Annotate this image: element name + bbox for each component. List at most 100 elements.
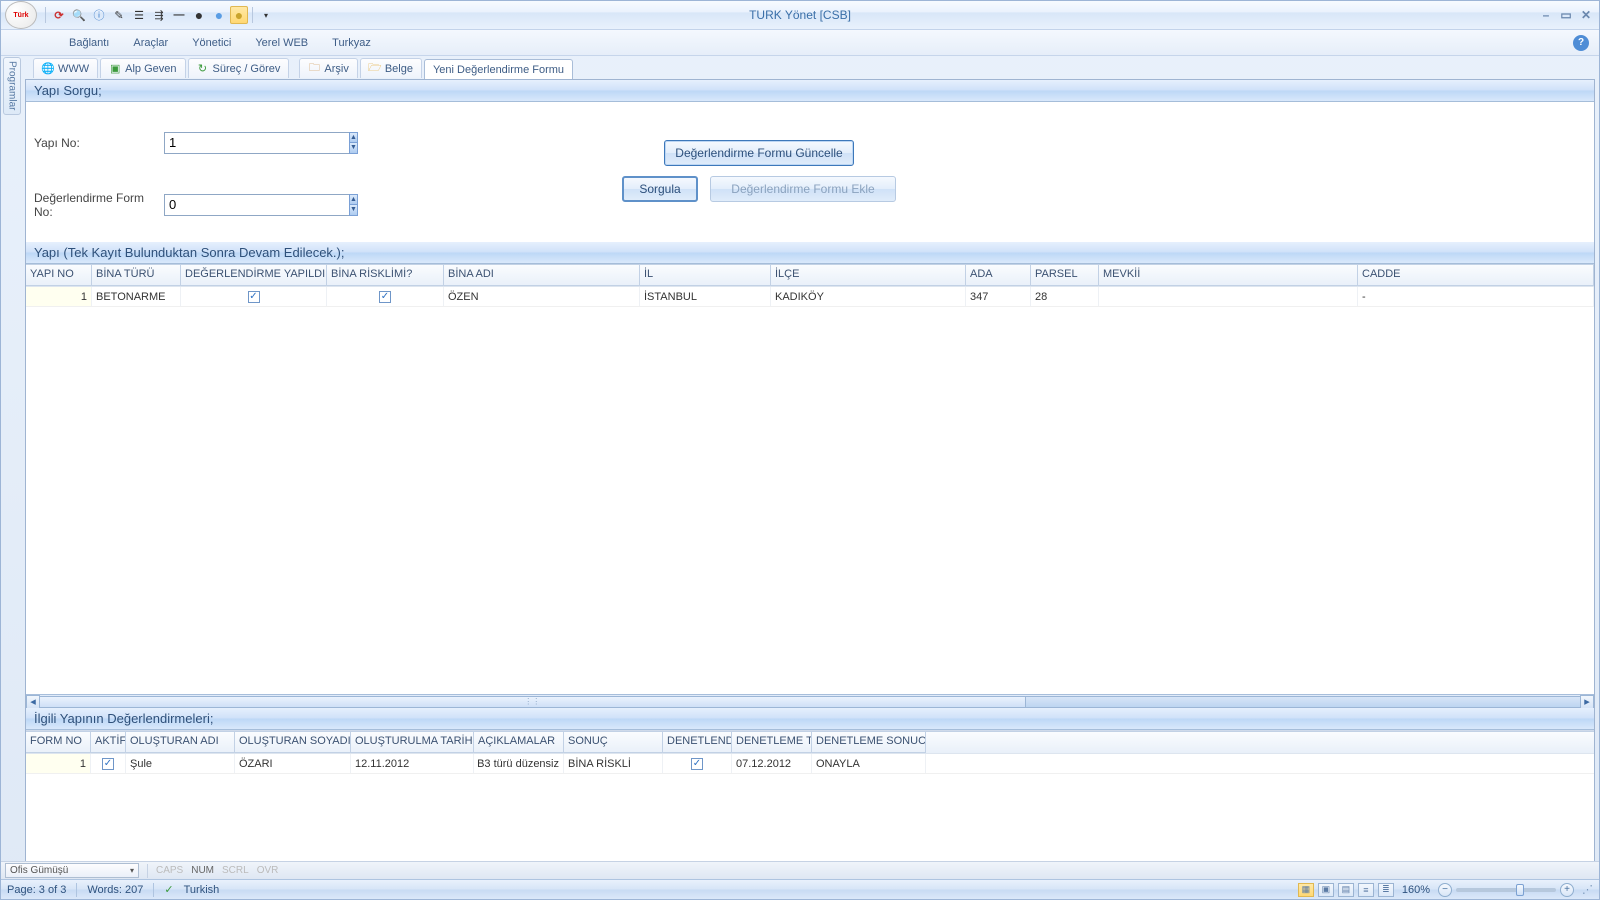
zoom-slider[interactable] xyxy=(1456,888,1556,892)
grid1-body[interactable]: 1 BETONARME ✓ ✓ ÖZEN İSTANBUL KADIKÖY 34… xyxy=(26,286,1594,694)
zoom-in-button[interactable]: + xyxy=(1560,883,1574,897)
menu-baglanti[interactable]: Bağlantı xyxy=(57,33,121,53)
minimize-button[interactable]: – xyxy=(1537,8,1555,22)
grid1-header: Yapı (Tek Kayıt Bulunduktan Sonra Devam … xyxy=(26,242,1594,264)
table-row[interactable]: 1 BETONARME ✓ ✓ ÖZEN İSTANBUL KADIKÖY 34… xyxy=(26,287,1594,307)
spin-down-icon[interactable]: ▼ xyxy=(349,142,358,154)
query-form: Yapı No: ▲▼ Değerlendirme Form No: ▲▼ De… xyxy=(26,102,1594,242)
col-aciklamalar[interactable]: AÇIKLAMALAR xyxy=(474,732,564,753)
language-indicator[interactable]: Turkish xyxy=(184,884,220,896)
col-parsel[interactable]: PARSEL xyxy=(1031,265,1099,286)
list-icon[interactable]: ☰ xyxy=(130,6,148,24)
tab-yeni-degerlendirme[interactable]: Yeni Değerlendirme Formu xyxy=(424,59,573,79)
col-aktif[interactable]: AKTİF xyxy=(91,732,126,753)
tree-icon[interactable]: ⇶ xyxy=(150,6,168,24)
view-web-icon[interactable]: ▤ xyxy=(1338,883,1354,897)
close-button[interactable]: ✕ xyxy=(1577,8,1595,22)
col-riskli[interactable]: BİNA RİSKLİMİ? xyxy=(327,265,444,286)
form-section-header: Yapı Sorgu; xyxy=(26,80,1594,102)
col-denetlendi[interactable]: DENETLENDİ xyxy=(663,732,732,753)
tab-surec-gorev[interactable]: ↻Süreç / Görev xyxy=(188,58,290,78)
refresh-icon[interactable]: ⟳ xyxy=(50,6,68,24)
grid1: YAPI NO BİNA TÜRÜ DEĞERLENDİRME YAPILDIM… xyxy=(26,264,1594,708)
grid1-hscrollbar[interactable]: ◂ ⋮⋮ ▸ xyxy=(26,694,1594,708)
tab-arsiv[interactable]: 🗀Arşiv xyxy=(299,58,357,78)
scroll-thumb[interactable]: ⋮⋮ xyxy=(40,697,1026,707)
view-outline-icon[interactable]: ≡ xyxy=(1358,883,1374,897)
maximize-button[interactable]: ▭ xyxy=(1557,8,1575,22)
col-sonuc[interactable]: SONUÇ xyxy=(564,732,663,753)
col-denetleme-tarihi[interactable]: DENETLEME TA xyxy=(732,732,812,753)
menu-yonetici[interactable]: Yönetici xyxy=(180,33,243,53)
document-tabs: 🌐WWW ▣Alp Geven ↻Süreç / Görev 🗀Arşiv 🗁 B… xyxy=(25,56,1599,78)
logo-text: Türk xyxy=(13,12,28,19)
guncelle-button[interactable]: Değerlendirme Formu Güncelle xyxy=(664,140,853,166)
col-olusturan-adi[interactable]: OLUŞTURAN ADI xyxy=(126,732,235,753)
col-ada[interactable]: ADA xyxy=(966,265,1031,286)
cell-denetlendi: ✓ xyxy=(663,754,732,773)
col-yapi-no[interactable]: YAPI NO xyxy=(26,265,92,286)
globe-icon: 🌐 xyxy=(42,63,54,75)
app-logo[interactable]: Türk xyxy=(5,1,37,29)
menu-turkyaz[interactable]: Turkyaz xyxy=(320,33,383,53)
zoom-thumb[interactable] xyxy=(1516,884,1524,896)
spin-down-icon[interactable]: ▼ xyxy=(349,204,358,216)
yapi-no-spinner: ▲▼ xyxy=(164,132,276,154)
ekle-button[interactable]: Değerlendirme Formu Ekle xyxy=(710,176,896,202)
yapi-no-input[interactable] xyxy=(164,132,349,154)
col-bina-turu[interactable]: BİNA TÜRÜ xyxy=(92,265,181,286)
view-print-layout-icon[interactable]: ▦ xyxy=(1298,883,1314,897)
table-row[interactable]: 1 ✓ Şule ÖZARI 12.11.2012 B3 türü düzens… xyxy=(26,754,1594,774)
col-form-no[interactable]: FORM NO xyxy=(26,732,91,753)
resize-grip-icon[interactable]: ⋰ xyxy=(1582,883,1593,896)
spin-up-icon[interactable]: ▲ xyxy=(349,194,358,205)
view-fullscreen-icon[interactable]: ▣ xyxy=(1318,883,1334,897)
col-ilce[interactable]: İLÇE xyxy=(771,265,966,286)
grid2-body[interactable]: 1 ✓ Şule ÖZARI 12.11.2012 B3 türü düzens… xyxy=(26,753,1594,864)
globe-blue-icon[interactable]: ● xyxy=(210,6,228,24)
scroll-right-icon[interactable]: ▸ xyxy=(1580,695,1594,709)
menu-yerel-web[interactable]: Yerel WEB xyxy=(243,33,320,53)
circle-dark-icon[interactable]: ● xyxy=(190,6,208,24)
info-icon[interactable]: ⓘ xyxy=(90,6,108,24)
cell-mevkii xyxy=(1099,287,1358,306)
zoom-level[interactable]: 160% xyxy=(1402,884,1430,896)
globe-gold-icon[interactable]: ● xyxy=(230,6,248,24)
tab-www[interactable]: 🌐WWW xyxy=(33,58,98,78)
view-draft-icon[interactable]: ≣ xyxy=(1378,883,1394,897)
theme-selector[interactable]: Ofis Gümüşü▾ xyxy=(5,863,139,878)
sorgula-button[interactable]: Sorgula xyxy=(622,176,698,202)
edit-icon[interactable]: ✎ xyxy=(110,6,128,24)
page-indicator[interactable]: Page: 3 of 3 xyxy=(7,884,66,896)
cell-yapi-no: 1 xyxy=(26,287,92,306)
cell-aktif: ✓ xyxy=(91,754,126,773)
spin-up-icon[interactable]: ▲ xyxy=(349,132,358,143)
col-degerlendirme[interactable]: DEĞERLENDİRME YAPILDIMI xyxy=(181,265,327,286)
col-bina-adi[interactable]: BİNA ADI xyxy=(444,265,640,286)
tab-alp-geven[interactable]: ▣Alp Geven xyxy=(100,58,185,78)
tab-label: Belge xyxy=(385,63,413,75)
col-mevkii[interactable]: MEVKİİ xyxy=(1099,265,1358,286)
folder-icon: 🗁 xyxy=(369,63,381,75)
menu-araclar[interactable]: Araçlar xyxy=(121,33,180,53)
help-icon[interactable]: ? xyxy=(1573,35,1589,51)
tab-belge[interactable]: 🗁 Belge xyxy=(360,58,422,78)
word-count[interactable]: Words: 207 xyxy=(87,884,143,896)
col-olusturulma-tarihi[interactable]: OLUŞTURULMA TARİHİ xyxy=(351,732,474,753)
scroll-left-icon[interactable]: ◂ xyxy=(26,695,40,709)
form-no-input[interactable] xyxy=(164,194,349,216)
col-il[interactable]: İL xyxy=(640,265,771,286)
outer-status-bar: Page: 3 of 3 Words: 207 ✓ Turkish ▦ ▣ ▤ … xyxy=(1,879,1599,899)
scroll-track[interactable]: ⋮⋮ xyxy=(40,696,1580,708)
col-denetleme-sonucu[interactable]: DENETLEME SONUCU xyxy=(812,732,926,753)
col-olusturan-soyadi[interactable]: OLUŞTURAN SOYADI xyxy=(235,732,351,753)
col-cadde[interactable]: CADDE xyxy=(1358,265,1594,286)
spellcheck-icon[interactable]: ✓ xyxy=(164,883,173,896)
search-icon[interactable]: 🔍 xyxy=(70,6,88,24)
minus-icon[interactable]: — xyxy=(170,6,188,24)
caps-indicator: CAPS xyxy=(156,865,183,876)
side-panel-tab[interactable]: Programlar xyxy=(3,57,21,115)
form-no-spinner: ▲▼ xyxy=(164,194,276,216)
qat-dropdown-icon[interactable]: ▾ xyxy=(257,6,275,24)
zoom-out-button[interactable]: − xyxy=(1438,883,1452,897)
